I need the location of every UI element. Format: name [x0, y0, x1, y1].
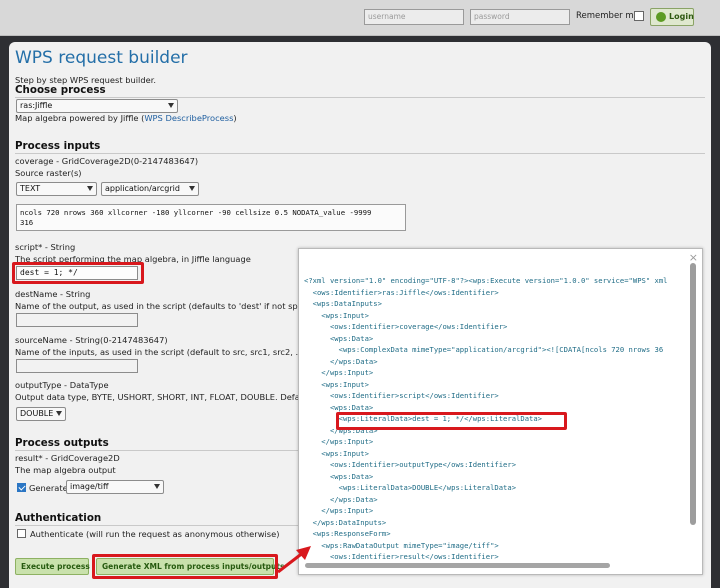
sourcename-input[interactable] [16, 359, 138, 373]
login-button[interactable]: Login [650, 8, 694, 26]
outputtype-description: Output data type, BYTE, USHORT, SHORT, I… [15, 392, 321, 402]
script-highlight [12, 262, 144, 284]
xml-line: <wps:Input> [304, 379, 369, 389]
authentication-heading: Authentication [15, 512, 102, 524]
xml-line: <wps:LiteralData>DOUBLE</wps:LiteralData… [304, 483, 517, 492]
destname-label: destName - String [15, 289, 91, 299]
xml-line: </wps:Data> [304, 494, 378, 504]
coverage-type-select[interactable]: TEXT [16, 182, 97, 196]
script-label: script* - String [15, 242, 76, 252]
process-inputs-heading: Process inputs [15, 140, 101, 152]
coverage-type-value: TEXT [20, 184, 41, 193]
xml-line: </wps:DataInputs> [304, 517, 387, 527]
process-description: Map algebra powered by Jiffle (WPS Descr… [15, 113, 237, 123]
literal-data-highlight [336, 412, 567, 430]
divider [15, 450, 300, 451]
xml-line: <wps:Data> [304, 471, 374, 481]
coverage-label: coverage - GridCoverage2D(0-2147483647) [15, 156, 199, 166]
xml-line: <ows:Identifier>script</ows:Identifier> [304, 391, 499, 400]
choose-process-heading: Choose process [15, 84, 106, 96]
xml-line: </wps:Input> [304, 506, 374, 515]
generate-format-select[interactable]: image/tiff [66, 480, 164, 494]
result-description: The map algebra output [15, 465, 116, 475]
coverage-mime-value: application/arcgrid [105, 184, 180, 193]
xml-line: <wps:ComplexData mimeType="application/a… [304, 345, 664, 354]
xml-line: <wps:Input> [304, 448, 369, 458]
process-outputs-heading: Process outputs [15, 437, 109, 449]
top-bar: username password Remember me Login [0, 0, 720, 36]
xml-line: </wps:Input> [304, 437, 374, 446]
page-title: WPS request builder [15, 48, 188, 68]
outputtype-select[interactable]: DOUBLE [16, 407, 66, 421]
generate-xml-highlight [92, 554, 278, 579]
chevron-down-icon [56, 411, 62, 416]
login-button-label: Login [669, 12, 694, 21]
xml-line: </wps:Input> [304, 368, 374, 377]
generate-label: Generate [29, 483, 68, 493]
authenticate-label: Authenticate (will run the request as an… [30, 529, 280, 539]
chevron-down-icon [87, 186, 93, 191]
destname-description: Name of the output, as used in the scrip… [15, 301, 320, 311]
process-description-suffix: ) [233, 113, 237, 123]
chevron-down-icon [168, 103, 174, 108]
xml-line: </wps:Data> [304, 356, 378, 366]
coverage-data-textarea[interactable]: ncols 720 nrows 360 xllcorner -180 yllco… [16, 204, 406, 231]
login-icon [656, 12, 666, 22]
xml-line: <wps:Data> [304, 333, 374, 343]
outputtype-value: DOUBLE [20, 409, 54, 418]
remember-me-checkbox[interactable] [634, 11, 644, 21]
generate-format-value: image/tiff [70, 482, 109, 491]
sourcename-label: sourceName - String(0-2147483647) [15, 335, 168, 345]
describe-process-link[interactable]: WPS DescribeProcess [144, 113, 233, 123]
sourcename-description: Name of the inputs, as used in the scrip… [15, 347, 320, 357]
chevron-down-icon [154, 484, 160, 489]
xml-popup: × <?xml version="1.0" encoding="UTF-8"?>… [298, 248, 703, 575]
xml-line: <wps:Input> [304, 310, 369, 320]
process-select[interactable]: ras:Jiffle [16, 99, 178, 113]
username-input[interactable]: username [364, 9, 464, 25]
coverage-description: Source raster(s) [15, 168, 82, 178]
chevron-down-icon [189, 186, 195, 191]
generate-checkbox[interactable] [17, 483, 26, 492]
outputtype-label: outputType - DataType [15, 380, 109, 390]
remember-me-label: Remember me [576, 11, 639, 21]
password-input[interactable]: password [470, 9, 570, 25]
authenticate-checkbox[interactable] [17, 529, 26, 538]
xml-line: <wps:RawDataOutput mimeType="image/tiff"… [304, 540, 499, 550]
xml-line: <?xml version="1.0" encoding="UTF-8"?><w… [304, 276, 668, 285]
execute-process-button[interactable]: Execute process [15, 558, 90, 575]
horizontal-scrollbar[interactable] [305, 563, 610, 568]
xml-line: <ows:Identifier>ras:Jiffle</ows:Identifi… [304, 287, 499, 297]
divider [15, 153, 705, 154]
divider [15, 97, 705, 98]
vertical-scrollbar[interactable] [690, 263, 696, 525]
divider [15, 525, 300, 526]
xml-line: <wps:ResponseForm> [304, 529, 391, 538]
xml-line: <ows:Identifier>coverage</ows:Identifier… [304, 322, 508, 331]
xml-line: <ows:Identifier>result</ows:Identifier> [304, 552, 499, 561]
coverage-mime-select[interactable]: application/arcgrid [101, 182, 199, 196]
process-description-text: Map algebra powered by Jiffle ( [15, 113, 145, 123]
xml-line: <ows:Identifier>outputType</ows:Identifi… [304, 460, 517, 469]
result-label: result* - GridCoverage2D [15, 453, 120, 463]
xml-line: <wps:DataInputs> [304, 299, 382, 308]
destname-input[interactable] [16, 313, 138, 327]
process-select-value: ras:Jiffle [20, 101, 53, 110]
